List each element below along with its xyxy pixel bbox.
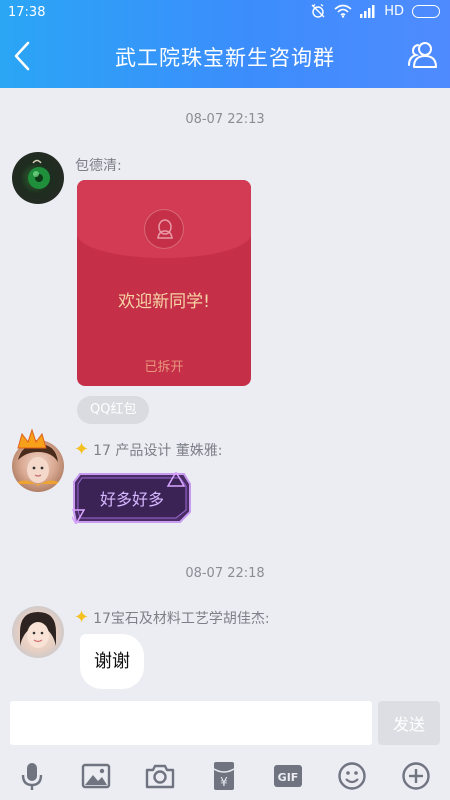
image-button[interactable] [80,760,112,792]
gif-button[interactable]: GIF [272,760,304,792]
sender-name-row: ✦ 17宝石及材料工艺学胡佳杰: [74,608,270,628]
input-toolbar: ¥ GIF [0,752,450,800]
qq-penguin-icon [144,209,184,249]
red-packet-button[interactable]: ¥ [208,760,240,792]
group-members-button[interactable] [406,38,440,72]
status-time: 17:38 [8,5,46,20]
avatar-image [28,159,50,189]
more-button[interactable] [400,760,432,792]
text-message-bubble[interactable]: 谢谢 [80,634,144,689]
vip-sparkle-icon: ✦ [74,439,90,460]
status-icons: HD [310,3,440,19]
message-timestamp: 08-07 22:18 [185,566,265,581]
red-packet-icon: ¥ [213,762,235,790]
red-packet-greeting: 欢迎新同学! [118,292,210,312]
group-members-icon [408,42,437,68]
sender-name-row: ✦ 17 产品设计 董姝雅: [74,440,223,460]
avatar[interactable] [12,152,64,204]
chat-title: 武工院珠宝新生咨询群 [115,46,335,70]
sender-name: 17 产品设计 董姝雅: [93,443,223,459]
send-button[interactable]: 发送 [378,701,440,745]
alarm-off-icon [311,3,325,18]
avatar[interactable] [12,606,64,658]
avatar-crown-icon [17,428,47,449]
sticker-message[interactable]: 好多好多 [66,470,192,526]
red-packet-status: 已拆开 [144,360,184,375]
input-bar: 发送 [0,696,450,752]
sender-name: 包德清: [75,158,122,174]
microphone-button[interactable] [16,760,48,792]
message-timestamp: 08-07 22:13 [185,112,265,127]
red-packet-glyph: ¥ [220,775,228,789]
red-packet-tag: QQ红包 [77,396,150,424]
camera-icon [145,764,175,789]
signal-icon [360,4,375,18]
status-bar: 17:38 HD [0,0,450,26]
sticker-text: 好多好多 [100,490,164,509]
emoji-button[interactable] [336,760,368,792]
avatar-image [20,612,56,648]
battery-icon [412,4,440,18]
header: 17:38 HD 武工院珠宝新生咨询群 [0,0,450,88]
message-list[interactable]: 08-07 22:13 包德清: 欢迎新同学! 已拆开 QQ红包 ✦ 17 产品… [0,88,450,696]
gif-icon: GIF [274,765,302,787]
sender-name: 17宝石及材料工艺学胡佳杰: [93,611,270,627]
message-input[interactable] [10,701,372,745]
red-packet-message[interactable]: 欢迎新同学! 已拆开 [77,180,251,386]
image-icon [81,763,111,789]
microphone-icon [21,763,43,790]
vip-sparkle-icon: ✦ [74,607,90,628]
plus-icon [402,762,430,790]
gif-label: GIF [278,771,299,784]
emoji-icon [338,762,366,790]
network-type: HD [384,3,404,19]
wifi-icon [334,4,352,18]
camera-button[interactable] [144,760,176,792]
